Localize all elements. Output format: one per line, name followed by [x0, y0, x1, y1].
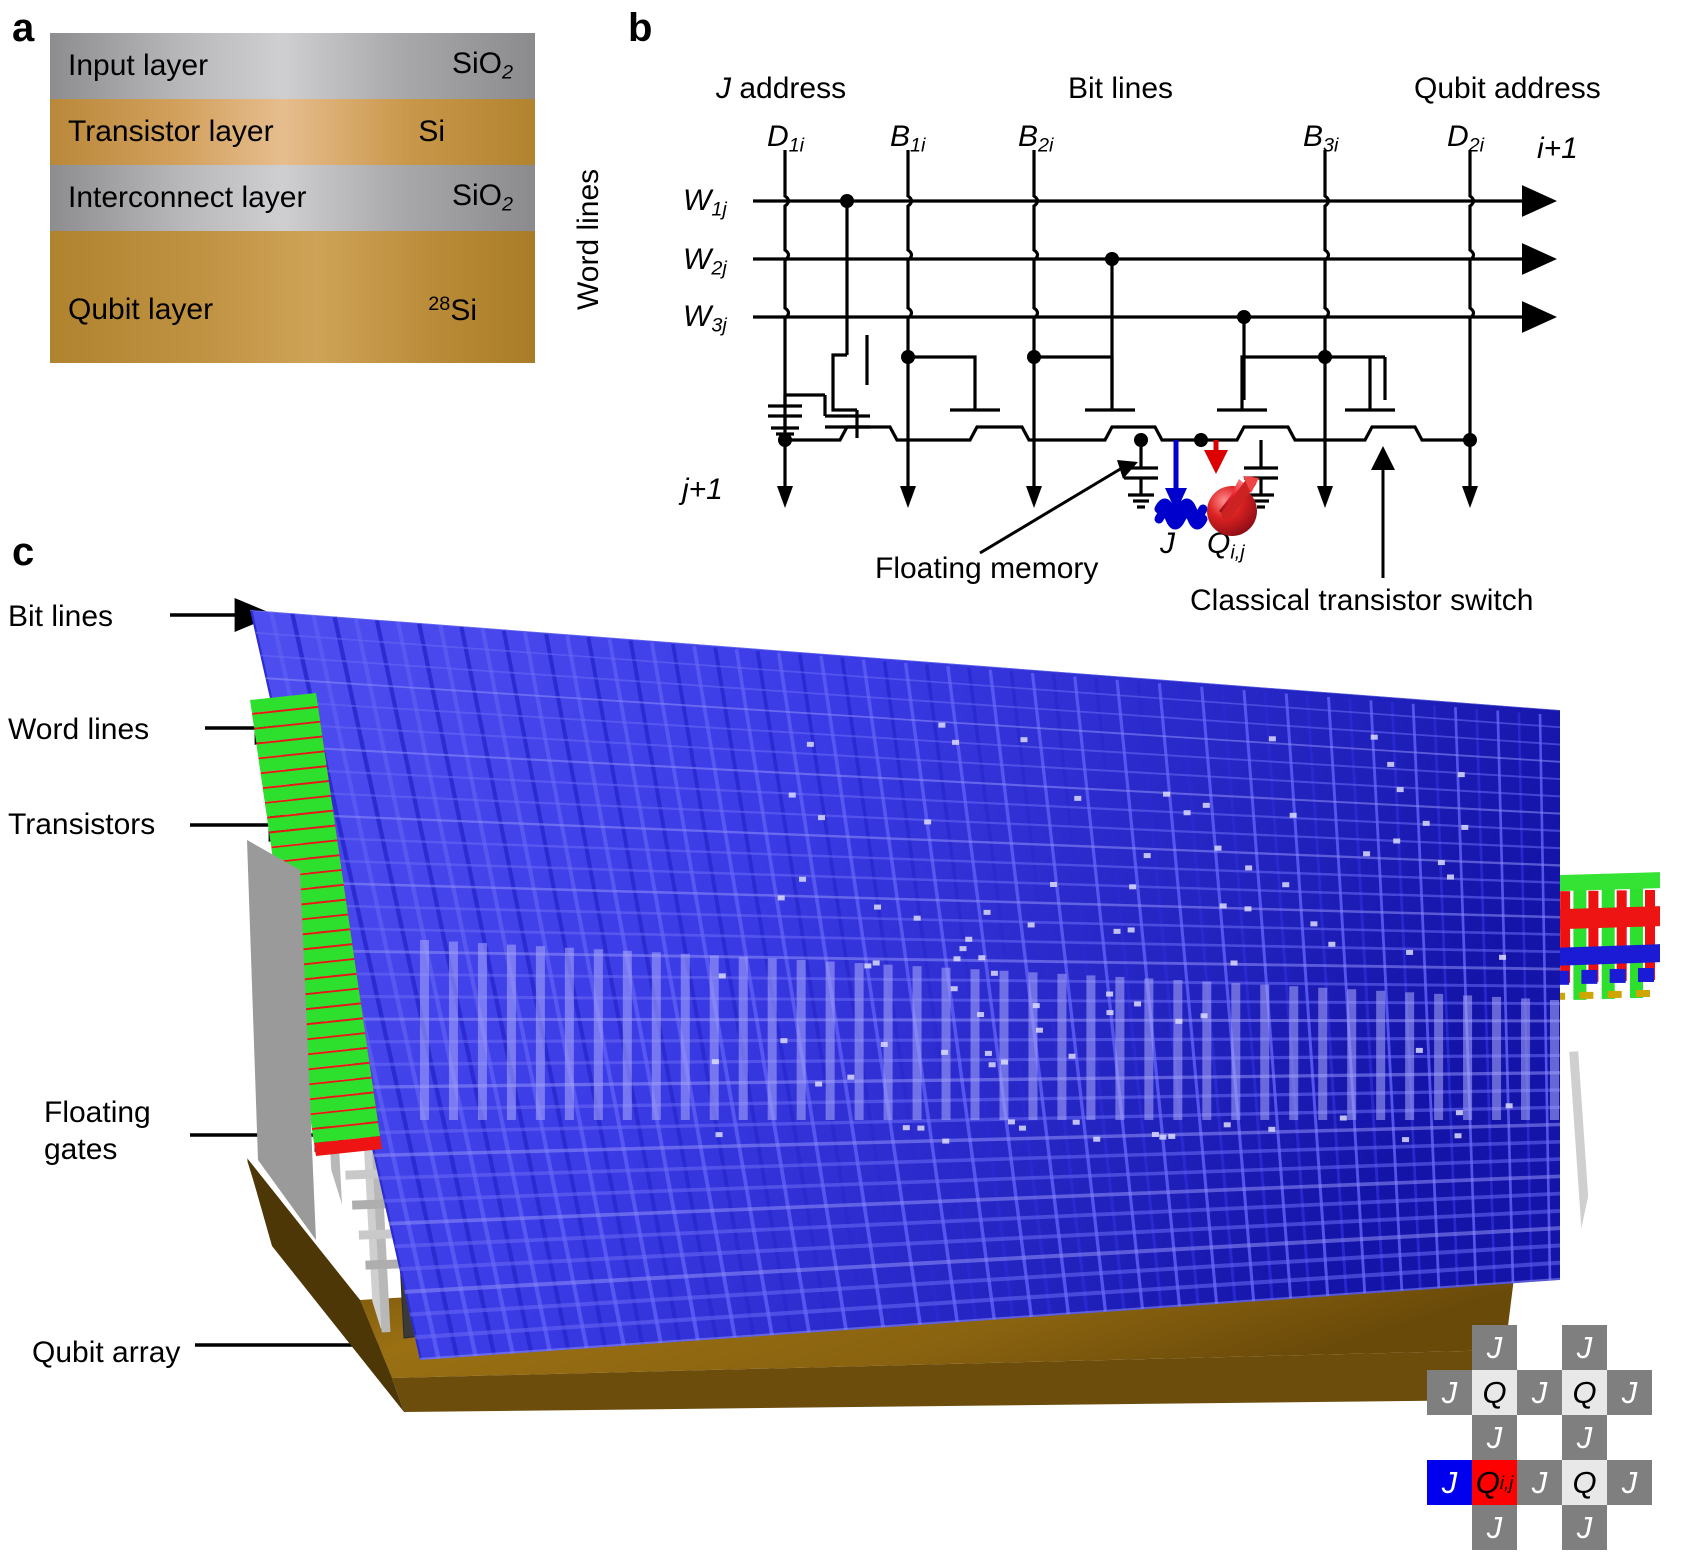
layer-material-qubit: 28Si — [428, 293, 477, 328]
inset-cell-j: J — [1472, 1505, 1517, 1550]
stack-row-input-layer: Input layer SiO2 — [50, 33, 535, 99]
inset-cell-q: Q — [1562, 1370, 1607, 1415]
inset-cell-j: J — [1562, 1325, 1607, 1370]
layer-material-transistor: Si — [418, 115, 445, 149]
inset-cell-j: J — [1562, 1505, 1607, 1550]
inset-cell-j: J — [1427, 1370, 1472, 1415]
layer-name-transistor: Transistor layer — [68, 115, 274, 149]
inset-grid-row: JJ — [1427, 1415, 1652, 1460]
inset-cell-empty — [1427, 1415, 1472, 1460]
inset-cell-j: J — [1607, 1370, 1652, 1415]
stack-row-interconnect-layer: Interconnect layer SiO2 — [50, 165, 535, 231]
bit-line-deck — [250, 610, 1560, 1360]
inset-cell-q: Q — [1562, 1460, 1607, 1505]
layer-name-qubit: Qubit layer — [68, 293, 213, 327]
layer-name-input: Input layer — [68, 49, 208, 83]
panel-a-letter: a — [12, 8, 34, 48]
inset-cell-j: J — [1427, 1460, 1472, 1505]
inset-cell-empty — [1607, 1325, 1652, 1370]
inset-cell-j: J — [1472, 1415, 1517, 1460]
inset-cell-j: J — [1562, 1415, 1607, 1460]
inset-grid-row: J Qi,j J Q J — [1427, 1460, 1652, 1505]
inset-cell-empty — [1607, 1505, 1652, 1550]
inset-cell-empty — [1517, 1505, 1562, 1550]
inset-grid-row: JJ — [1427, 1505, 1652, 1550]
inset-cell-j: J — [1472, 1325, 1517, 1370]
inset-cell-j: J — [1517, 1460, 1562, 1505]
qubit-control-arrow — [1204, 440, 1228, 474]
panel-a-layer-stack: Input layer SiO2 Transistor layer Si Int… — [50, 33, 535, 363]
inset-cell-q: Qi,j — [1472, 1460, 1517, 1505]
inset-cell-empty — [1517, 1415, 1562, 1460]
inset-cell-q: Q — [1472, 1370, 1517, 1415]
inset-cell-empty — [1427, 1325, 1472, 1370]
stack-row-transistor-layer: Transistor layer Si — [50, 99, 535, 165]
panel-b-circuit — [625, 0, 1705, 620]
layer-name-interconnect: Interconnect layer — [68, 181, 306, 215]
b-label-word-lines: Word lines — [572, 169, 606, 310]
inset-cell-j: J — [1607, 1460, 1652, 1505]
inset-cell-empty — [1517, 1325, 1562, 1370]
layer-material-interconnect: SiO2 — [452, 179, 513, 217]
inset-cell-j: J — [1517, 1370, 1562, 1415]
inset-grid-row: JQJQJ — [1427, 1370, 1652, 1415]
inset-cell-empty — [1427, 1505, 1472, 1550]
layer-material-input: SiO2 — [452, 47, 513, 85]
qubit-sphere — [1207, 476, 1259, 536]
qubit-coupler-grid-inset: J J J Q J Q J J J J Qi,j J Q J J J — [1427, 1325, 1652, 1550]
stack-row-qubit-layer: Qubit layer 28Si — [50, 231, 535, 363]
inset-grid-row: JJ — [1427, 1325, 1652, 1370]
inset-cell-empty — [1607, 1415, 1652, 1460]
